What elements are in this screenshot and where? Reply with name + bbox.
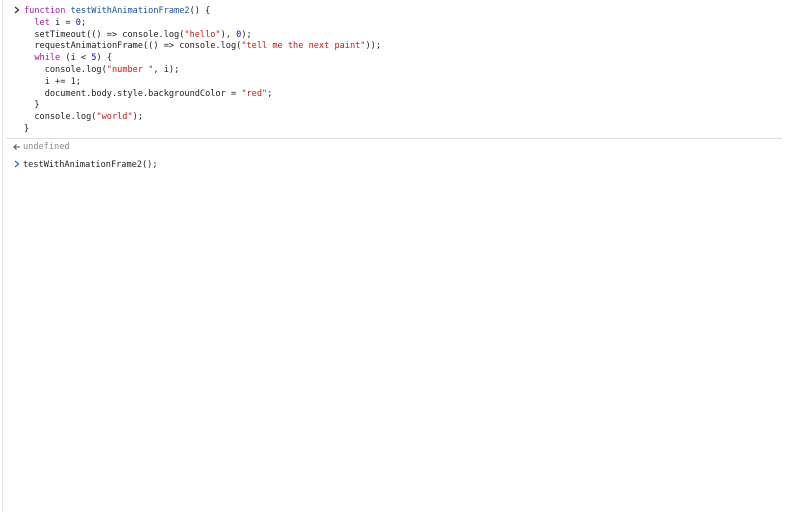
code-line: function testWithAnimationFrame2() { <box>24 5 210 17</box>
code-line: } <box>24 123 29 135</box>
code-line: } <box>24 99 40 111</box>
code-token: document.body.style.backgroundColor = <box>24 88 242 99</box>
code-token: ; <box>75 76 81 87</box>
code-token: console.log( <box>24 112 97 123</box>
code-line: i += 1; <box>24 76 81 88</box>
code-token: (i < <box>60 53 92 64</box>
code-token: ) { <box>96 53 112 64</box>
code-token: } <box>24 100 40 111</box>
result-value: undefined <box>23 142 70 152</box>
code-line: requestAnimationFrame(() => console.log(… <box>24 40 381 52</box>
code-token: )); <box>365 41 382 52</box>
code-token: setTimeout(() => console.log( <box>24 29 185 40</box>
chevron-right-icon <box>13 5 21 15</box>
code-token: ); <box>241 29 252 40</box>
code-token: () { <box>189 6 211 16</box>
code-token: let <box>34 17 50 28</box>
code-line: while (i < 5) { <box>24 52 112 64</box>
code-token: requestAnimationFrame(() => console.log( <box>24 41 242 52</box>
code-token: while <box>34 53 61 64</box>
code-token: ); <box>132 112 144 123</box>
code-token: i = <box>49 17 76 28</box>
code-token: ; <box>267 88 273 99</box>
code-token: "tell me the next paint" <box>241 41 366 52</box>
code-line: document.body.style.backgroundColor = "r… <box>24 88 273 100</box>
code-token: function <box>24 6 71 16</box>
code-token: ; <box>80 17 87 28</box>
devtools-console: function testWithAnimationFrame2() { let… <box>0 0 800 512</box>
code-line: console.log("world"); <box>24 111 143 123</box>
code-token: "red" <box>241 88 268 99</box>
code-line: console.log("number ", i); <box>24 64 180 76</box>
code-token: "world" <box>96 112 133 123</box>
code-token: console.log( <box>24 65 107 75</box>
code-token: , i); <box>153 65 180 75</box>
code-token: ), <box>220 29 237 40</box>
return-arrow-icon <box>12 142 21 152</box>
console-prompt-input[interactable]: testWithAnimationFrame2(); <box>23 159 158 171</box>
code-token: i += <box>24 76 71 87</box>
code-token: testWithAnimationFrame2 <box>70 6 190 16</box>
code-line: setTimeout(() => console.log("hello"), 0… <box>24 29 252 41</box>
chevron-right-icon <box>13 159 21 169</box>
code-token: } <box>24 124 30 134</box>
console-divider <box>6 138 782 139</box>
code-token: "number " <box>106 65 154 75</box>
code-line: let i = 0; <box>24 17 86 29</box>
code-token: "hello" <box>184 29 221 40</box>
